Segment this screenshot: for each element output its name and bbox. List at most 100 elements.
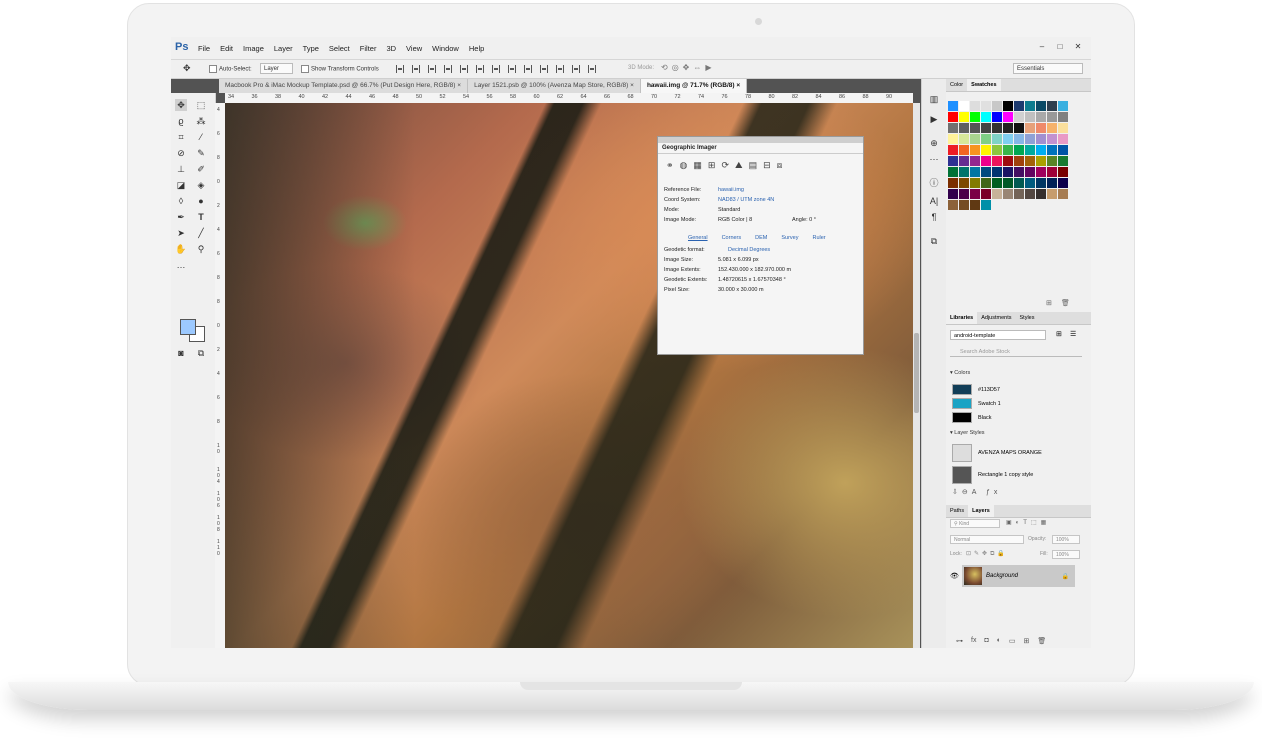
marquee-tool-icon[interactable]: ⬚ [195, 99, 207, 111]
swatch[interactable] [970, 167, 980, 177]
swatch[interactable] [1036, 167, 1046, 177]
swatch[interactable] [981, 156, 991, 166]
tab-layers[interactable]: Layers [968, 505, 994, 517]
quick-mask-icon[interactable]: ◙ [175, 347, 187, 359]
menu-item[interactable]: Type [303, 44, 319, 53]
distribute-top-icon[interactable] [492, 65, 500, 73]
swatch[interactable] [1047, 189, 1057, 199]
swatch[interactable] [992, 134, 1002, 144]
swatch[interactable] [948, 167, 958, 177]
swatch[interactable] [981, 189, 991, 199]
menu-item[interactable]: Help [469, 44, 484, 53]
layer-row-background[interactable]: Background 🔒 [962, 565, 1075, 587]
workspace-dropdown[interactable]: Essentials [1013, 63, 1083, 74]
align-center-icon[interactable] [460, 65, 468, 73]
swatch[interactable] [981, 101, 991, 111]
tab-survey[interactable]: Survey [781, 235, 798, 241]
swatch[interactable] [992, 167, 1002, 177]
swatch[interactable] [959, 101, 969, 111]
swatch[interactable] [970, 200, 980, 210]
transform-controls-checkbox[interactable]: Show Transform Controls [301, 65, 379, 73]
swatch[interactable] [959, 145, 969, 155]
layer-filter-icons[interactable]: ▣◐T⬚▦ [1006, 519, 1050, 526]
swatch[interactable] [948, 156, 958, 166]
library-color-item[interactable]: Swatch 1 [952, 398, 1001, 409]
close-button[interactable]: ✕ [1071, 41, 1085, 52]
swatch[interactable] [1025, 156, 1035, 166]
swatch[interactable] [1058, 112, 1068, 122]
swatch[interactable] [981, 134, 991, 144]
tab-ruler[interactable]: Ruler [813, 235, 826, 241]
layer-kind-filter[interactable]: ⚲ Kind [950, 519, 1000, 528]
swatch[interactable] [1014, 167, 1024, 177]
swatch[interactable] [1003, 112, 1013, 122]
visibility-eye-icon[interactable]: 👁 [950, 572, 959, 580]
swatch[interactable] [1003, 134, 1013, 144]
swatch[interactable] [1036, 112, 1046, 122]
group-icon[interactable]: ▭ [1009, 637, 1016, 645]
swatch[interactable] [1047, 145, 1057, 155]
lasso-tool-icon[interactable]: ϱ [175, 115, 187, 127]
table-icon[interactable]: ▤ [749, 160, 758, 171]
tab-swatches[interactable]: Swatches [967, 79, 1001, 91]
swatch[interactable] [1003, 123, 1013, 133]
swatch[interactable] [1003, 145, 1013, 155]
swatch[interactable] [992, 156, 1002, 166]
swatch[interactable] [948, 189, 958, 199]
delete-swatch-icon[interactable]: 🗑 [1061, 299, 1070, 307]
swatch[interactable] [1025, 134, 1035, 144]
library-color-item[interactable]: #113D57 [952, 384, 1000, 395]
tab-macbook-mockup[interactable]: Macbook Pro & iMac Mockup Template.psd @… [219, 79, 469, 93]
crop-tool-icon[interactable]: ⌗ [175, 131, 187, 143]
tab-corners[interactable]: Corners [722, 235, 742, 241]
grid-icon[interactable]: ⊟ [763, 160, 771, 171]
clone-stamp-icon[interactable]: ⊥ [175, 163, 187, 175]
paragraph-icon[interactable]: ¶ [928, 211, 940, 223]
menu-item[interactable]: 3D [386, 44, 396, 53]
swatch[interactable] [981, 200, 991, 210]
info-icon[interactable]: ⓘ [928, 177, 940, 189]
swatch[interactable] [970, 145, 980, 155]
tab-adjustments[interactable]: Adjustments [977, 312, 1015, 324]
fill-field[interactable]: 100% [1052, 550, 1080, 559]
export-icon[interactable]: ⧈ [777, 160, 783, 171]
swatch[interactable] [1047, 101, 1057, 111]
swatch[interactable] [1036, 123, 1046, 133]
character-icon[interactable]: A| [928, 195, 940, 207]
delete-layer-icon[interactable]: 🗑 [1037, 637, 1046, 645]
swatch[interactable] [992, 178, 1002, 188]
grid-view-icon[interactable]: ⊞ [1056, 330, 1062, 338]
auto-select-checkbox[interactable]: Auto-Select: [209, 65, 252, 73]
swatch[interactable] [1047, 134, 1057, 144]
healing-brush-icon[interactable]: ⊘ [175, 147, 187, 159]
reproject-icon[interactable]: ⟳ [721, 160, 729, 171]
eraser-tool-icon[interactable]: ◪ [175, 179, 187, 191]
swatch[interactable] [992, 112, 1002, 122]
move-tool-icon[interactable]: ✥ [183, 63, 191, 74]
tile-icon[interactable]: ⊞ [708, 160, 716, 171]
foreground-color-swatch[interactable] [180, 319, 196, 335]
swatch[interactable] [1003, 178, 1013, 188]
tab-hawaii[interactable]: hawaii.img @ 71.7% (RGB/8) × [640, 79, 748, 93]
eyedropper-icon[interactable]: ⁄ [195, 131, 207, 143]
menu-item[interactable]: View [406, 44, 422, 53]
swatch[interactable] [981, 112, 991, 122]
swatch[interactable] [981, 167, 991, 177]
distribute-middle-icon[interactable] [508, 65, 516, 73]
library-style-item[interactable]: Rectangle 1 copy style [952, 466, 1033, 484]
swatch[interactable] [948, 112, 958, 122]
type-tool-icon[interactable]: T [195, 211, 207, 223]
library-actions-icons[interactable]: ⇩⊖A ƒx [952, 488, 1001, 496]
swatch[interactable] [959, 167, 969, 177]
library-color-item[interactable]: Black [952, 412, 991, 423]
history-brush-icon[interactable]: ✐ [195, 163, 207, 175]
tab-styles[interactable]: Styles [1016, 312, 1039, 324]
menu-item[interactable]: Filter [360, 44, 377, 53]
swatch[interactable] [1058, 134, 1068, 144]
stock-search-input[interactable]: Search Adobe Stock [950, 347, 1082, 357]
align-right-icon[interactable] [476, 65, 484, 73]
colors-section-header[interactable]: ▾ Colors [950, 370, 970, 376]
library-dropdown[interactable]: android-template [950, 330, 1046, 340]
swatch[interactable] [1036, 134, 1046, 144]
swatch[interactable] [1047, 112, 1057, 122]
